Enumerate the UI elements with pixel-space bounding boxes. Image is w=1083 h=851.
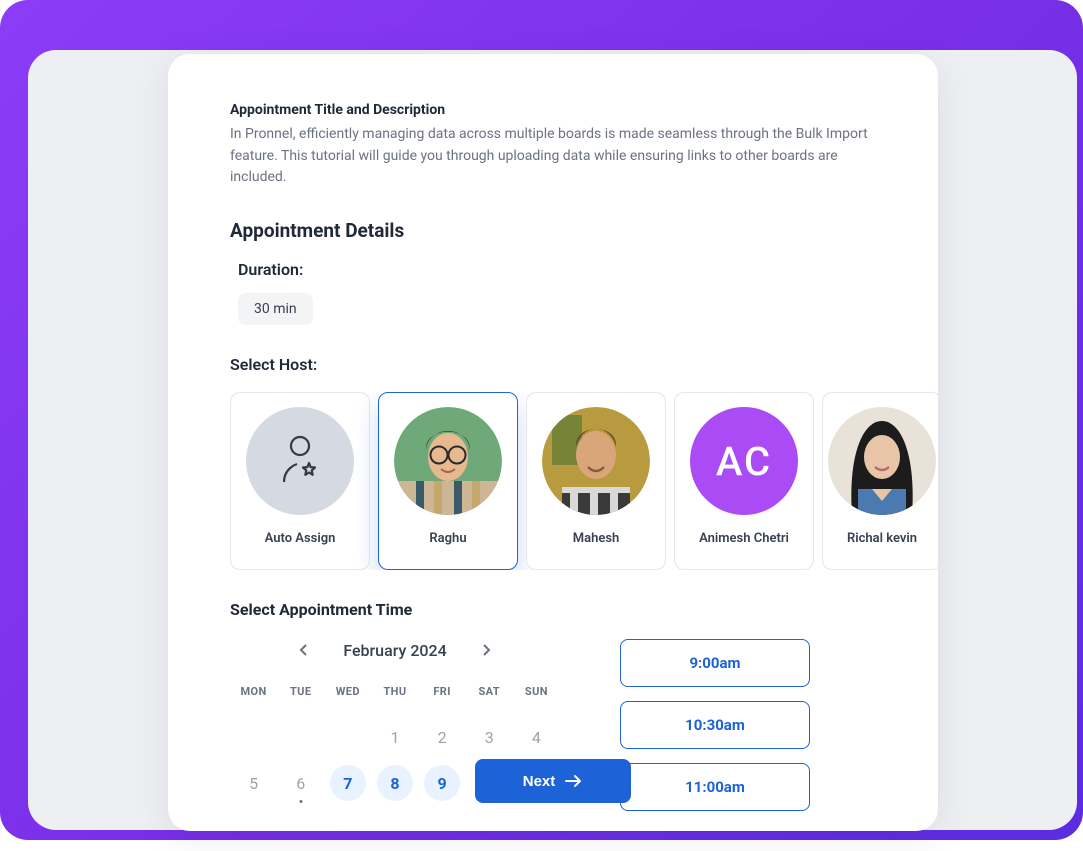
time-slots: 9:00am 10:30am 11:00am — [620, 639, 810, 811]
time-slot[interactable]: 9:00am — [620, 639, 810, 687]
host-card-raghu[interactable]: Raghu — [378, 392, 518, 570]
calendar-dow: SAT — [466, 679, 513, 714]
avatar — [394, 407, 502, 515]
host-name: Richal kevin — [847, 531, 917, 546]
initials-text: AC — [716, 438, 772, 485]
arrow-right-icon — [565, 774, 583, 788]
calendar-day-cell — [324, 714, 371, 760]
next-month-button[interactable] — [475, 639, 497, 661]
header-block: Appointment Title and Description In Pro… — [230, 102, 876, 189]
host-card-animesh[interactable]: AC Animesh Chetri — [674, 392, 814, 570]
calendar-day-dot — [299, 800, 302, 803]
host-card-mahesh[interactable]: Mahesh — [526, 392, 666, 570]
calendar-day[interactable]: 8 — [377, 765, 413, 801]
calendar-day-cell — [230, 714, 277, 760]
host-name: Animesh Chetri — [699, 531, 789, 546]
host-section: Select Host: Auto Assign — [230, 355, 876, 570]
calendar-dow: THU — [371, 679, 418, 714]
select-host-label: Select Host: — [230, 355, 876, 374]
calendar-day[interactable]: 1 — [377, 719, 413, 755]
next-button[interactable]: Next — [475, 759, 631, 803]
chevron-left-icon — [298, 644, 310, 656]
calendar-day-cell: 6 — [277, 760, 324, 806]
calendar-day-cell: 2 — [419, 714, 466, 760]
calendar-dow: FRI — [419, 679, 466, 714]
host-name: Mahesh — [573, 531, 620, 546]
appointment-card: Appointment Title and Description In Pro… — [168, 54, 938, 831]
avatar — [542, 407, 650, 515]
header-title: Appointment Title and Description — [230, 102, 876, 118]
calendar-day[interactable]: 9 — [424, 765, 460, 801]
host-name: Raghu — [429, 531, 466, 546]
avatar — [828, 407, 936, 515]
host-card-auto-assign[interactable]: Auto Assign — [230, 392, 370, 570]
calendar-day-cell: 8 — [371, 760, 418, 806]
calendar-day[interactable]: 3 — [471, 719, 507, 755]
duration-chip[interactable]: 30 min — [238, 293, 313, 325]
calendar-dow: TUE — [277, 679, 324, 714]
appointment-details-heading: Appointment Details — [230, 219, 876, 242]
calendar-dow: WED — [324, 679, 371, 714]
host-name: Auto Assign — [265, 531, 336, 546]
calendar-day-cell: 9 — [419, 760, 466, 806]
calendar-day[interactable]: 7 — [330, 765, 366, 801]
time-slot[interactable]: 11:00am — [620, 763, 810, 811]
avatar-initials: AC — [690, 407, 798, 515]
calendar-day[interactable]: 4 — [518, 719, 554, 755]
duration-row: Duration: 30 min — [230, 260, 876, 325]
select-time-heading: Select Appointment Time — [230, 600, 876, 619]
calendar-dow: SUN — [513, 679, 560, 714]
calendar-day-cell: 1 — [371, 714, 418, 760]
calendar-header: February 2024 — [230, 639, 560, 661]
next-button-label: Next — [523, 773, 556, 790]
calendar-day[interactable]: 6 — [283, 765, 319, 801]
calendar-day-cell — [277, 714, 324, 760]
host-list: Auto Assign — [230, 392, 938, 570]
calendar-day-cell: 5 — [230, 760, 277, 806]
chevron-right-icon — [480, 644, 492, 656]
header-description: In Pronnel, efficiently managing data ac… — [230, 124, 876, 189]
calendar-day-cell: 7 — [324, 760, 371, 806]
auto-assign-icon — [246, 407, 354, 515]
duration-label: Duration: — [238, 260, 876, 279]
calendar-day[interactable]: 2 — [424, 719, 460, 755]
calendar-day-cell: 4 — [513, 714, 560, 760]
calendar-day[interactable]: 5 — [236, 765, 272, 801]
calendar-dow: MON — [230, 679, 277, 714]
time-slot[interactable]: 10:30am — [620, 701, 810, 749]
prev-month-button[interactable] — [293, 639, 315, 661]
calendar-day-cell: 3 — [466, 714, 513, 760]
host-card-richal[interactable]: Richal kevin — [822, 392, 938, 570]
calendar-month: February 2024 — [343, 641, 446, 660]
